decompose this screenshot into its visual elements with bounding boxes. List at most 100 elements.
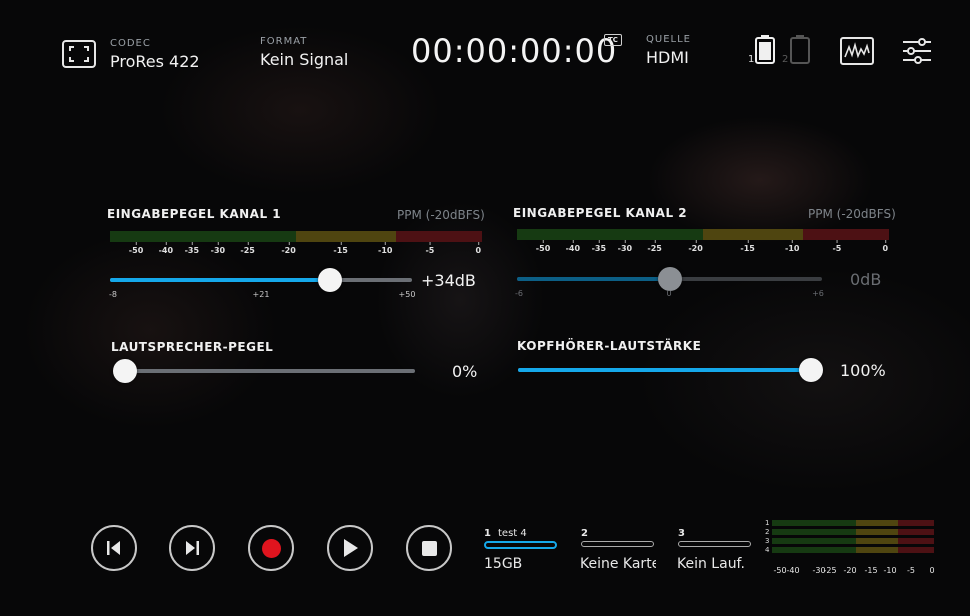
- channel2-slider-max: +6: [812, 289, 824, 298]
- meter-tick-label: -15: [740, 240, 755, 253]
- audio-meter-scale-label: 0: [929, 566, 935, 575]
- stop-icon: [421, 540, 437, 556]
- skip-forward-button[interactable]: [169, 525, 215, 571]
- speaker-title: LAUTSPRECHER-PEGEL: [111, 340, 274, 354]
- headphone-slider[interactable]: [518, 368, 811, 372]
- channel1-gain-slider[interactable]: [110, 278, 412, 282]
- meter-tick-label: -5: [832, 240, 842, 253]
- media-slot-2-status: Keine Karte: [580, 556, 656, 572]
- codec-value[interactable]: ProRes 422: [110, 52, 200, 71]
- audio-meter-scale-label: -5: [907, 566, 915, 575]
- headphone-slider-fill: [518, 368, 811, 372]
- record-button[interactable]: [248, 525, 294, 571]
- skip-back-icon: [107, 541, 120, 555]
- format-label: FORMAT: [260, 36, 308, 47]
- audio-meter-scale-label: -15: [864, 566, 878, 575]
- channel1-slider-max: +50: [398, 290, 416, 299]
- audio-meter-scale-label: -25: [823, 566, 837, 575]
- source-label: QUELLE: [646, 34, 691, 45]
- battery-1-label: 1: [748, 54, 755, 65]
- monitor-screen: CODEC ProRes 422 FORMAT Kein Signal 00:0…: [0, 0, 970, 616]
- speaker-slider-knob[interactable]: [113, 359, 137, 383]
- waveform-icon[interactable]: [840, 37, 874, 65]
- meter-tick-label: -10: [378, 242, 393, 255]
- channel1-title: EINGABEPEGEL KANAL 1: [107, 207, 282, 221]
- meter-tick-label: -50: [535, 240, 551, 253]
- headphone-value: 100%: [840, 361, 886, 380]
- audio-meter-channel-bar: [772, 547, 934, 553]
- media-slot-3-bar[interactable]: [678, 541, 751, 547]
- headphone-slider-knob[interactable]: [799, 358, 823, 382]
- media-slot-1-number: 1: [484, 528, 491, 539]
- meter-tick-label: -20: [688, 240, 703, 253]
- audio-meter-scale-label: -20: [843, 566, 857, 575]
- speaker-slider[interactable]: [114, 369, 415, 373]
- channel2-value: 0dB: [850, 270, 882, 289]
- channel2-title: EINGABEPEGEL KANAL 2: [513, 206, 688, 220]
- meter-tick-label: -35: [184, 242, 200, 255]
- audio-meter-scale-label: -40: [786, 566, 800, 575]
- channel2-slider-fill: [517, 277, 670, 281]
- audio-meter-scale-label: -50: [773, 566, 787, 575]
- timecode-display[interactable]: 00:00:00:00: [411, 32, 617, 70]
- channel2-tick-labels: -50 -40 -35 -30 -25 -20 -15 -10 -5 0: [517, 240, 889, 258]
- meter-tick-label: -5: [425, 242, 435, 255]
- meter-tick-label: -20: [281, 242, 296, 255]
- headphone-title: KOPFHÖRER-LAUTSTÄRKE: [517, 339, 702, 353]
- channel1-slider-fill: [110, 278, 331, 282]
- skip-forward-icon: [186, 541, 199, 555]
- channel1-level-meter: [110, 231, 482, 242]
- audio-meter-channel-bar: [772, 520, 934, 526]
- channel1-slider-knob[interactable]: [318, 268, 343, 292]
- meter-tick-label: -50: [128, 242, 144, 255]
- channel1-scale: PPM (-20dBFS): [397, 208, 485, 222]
- audio-meter-channel-bar: [772, 529, 934, 535]
- channel1-tick-labels: -50 -40 -35 -30 -25 -20 -15 -10 -5 0: [110, 242, 482, 260]
- settings-sliders-icon[interactable]: [902, 38, 932, 64]
- format-value[interactable]: Kein Signal: [260, 50, 348, 69]
- media-slot-1-status: 15GB: [484, 556, 523, 572]
- channel2-slider-min: -6: [515, 289, 523, 298]
- media-slot-2-bar[interactable]: [581, 541, 654, 547]
- meter-tick-label: -30: [210, 242, 226, 255]
- meter-tick-label: -15: [333, 242, 348, 255]
- codec-label: CODEC: [110, 38, 151, 49]
- source-value[interactable]: HDMI: [646, 48, 689, 67]
- channel2-slider-knob[interactable]: [657, 267, 682, 291]
- audio-meter-channel-bar: [772, 538, 934, 544]
- meter-tick-label: -40: [158, 242, 174, 255]
- channel2-scale: PPM (-20dBFS): [808, 207, 896, 221]
- meter-tick-label: -25: [240, 242, 255, 255]
- meter-tick-label: 0: [475, 242, 482, 255]
- channel2-level-meter: [517, 229, 889, 240]
- audio-meter-channel-label: 1: [765, 519, 770, 527]
- battery-2-label: 2: [782, 54, 789, 65]
- fullscreen-icon[interactable]: [62, 40, 96, 68]
- play-icon: [344, 539, 358, 557]
- battery-icon: [755, 34, 775, 64]
- channel1-slider-min: -8: [109, 290, 117, 299]
- battery-icon: [790, 34, 810, 64]
- media-slot-1-bar[interactable]: [484, 541, 557, 549]
- audio-meter-channel-label: 3: [765, 537, 770, 545]
- media-slot-1-name: test 4: [498, 528, 527, 539]
- media-slot-2-number: 2: [581, 528, 588, 539]
- skip-back-button[interactable]: [91, 525, 137, 571]
- meter-tick-label: -40: [565, 240, 581, 253]
- record-icon: [261, 538, 281, 558]
- meter-tick-label: -30: [617, 240, 633, 253]
- stop-button[interactable]: [406, 525, 452, 571]
- speaker-value: 0%: [452, 362, 478, 381]
- meter-tick-label: -35: [591, 240, 607, 253]
- meter-tick-label: -10: [785, 240, 800, 253]
- channel2-slider-mid: 0: [666, 289, 672, 298]
- channel1-slider-mid: +21: [252, 290, 270, 299]
- timecode-badge: TC: [604, 34, 622, 46]
- play-button[interactable]: [327, 525, 373, 571]
- audio-meter-channel-label: 2: [765, 528, 770, 536]
- meter-tick-label: -25: [647, 240, 662, 253]
- meter-tick-label: 0: [882, 240, 889, 253]
- audio-meter-channel-label: 4: [765, 546, 770, 554]
- audio-meter-scale-label: -10: [883, 566, 897, 575]
- media-slot-3-number: 3: [678, 528, 685, 539]
